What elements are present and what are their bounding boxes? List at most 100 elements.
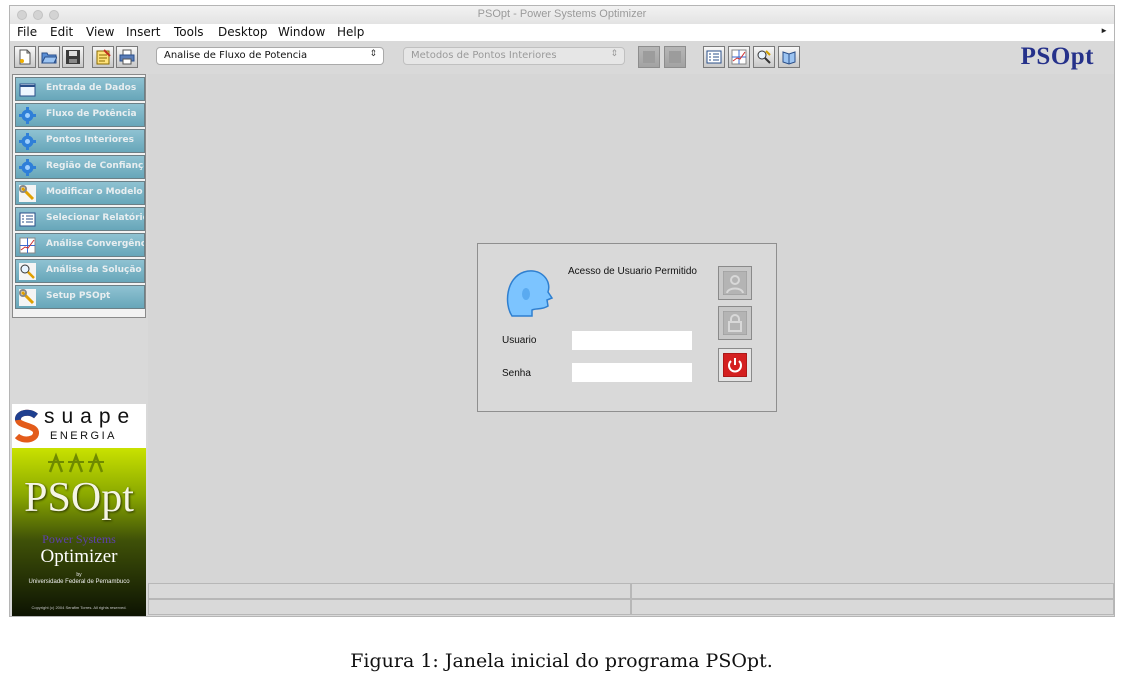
lock-icon <box>723 311 747 335</box>
open-folder-icon <box>41 52 57 64</box>
report-icon <box>706 50 722 64</box>
folder-icon <box>19 83 36 97</box>
password-input[interactable] <box>572 363 692 382</box>
splash-copyright: Copyright (c) 2004 Serafim Torres. All r… <box>31 605 127 610</box>
menu-edit[interactable]: Edit <box>50 25 73 39</box>
menu-file[interactable]: File <box>17 25 37 39</box>
solution-analysis-button[interactable] <box>753 46 775 68</box>
gear-icon <box>19 107 36 124</box>
graph-icon <box>731 49 747 65</box>
magnifier-icon <box>757 50 771 64</box>
printer-icon <box>119 49 135 65</box>
run-button-disabled[interactable] <box>638 46 660 68</box>
save-icon <box>66 50 80 64</box>
sidebar-item-label: Modificar o Modelo <box>46 187 143 197</box>
user-head-icon <box>506 270 554 317</box>
menu-desktop[interactable]: Desktop <box>218 25 268 39</box>
login-dialog: Acesso de Usuario Permitido Usuario Senh… <box>477 243 777 412</box>
figure-caption: Figura 1: Janela inicial do programa PSO… <box>350 650 773 672</box>
sidebar-item-entrada-de-dados[interactable]: Entrada de Dados <box>15 77 145 101</box>
analysis-select-value: Analise de Fluxo de Potencia <box>164 50 308 61</box>
psopt-splash-logo: PSOpt Power Systems Optimizer by Univers… <box>12 448 146 616</box>
wrench-icon <box>19 289 36 306</box>
toolbar: Analise de Fluxo de Potencia ⇕ Metodos d… <box>10 41 1114 74</box>
sidebar-item-pontos-interiores[interactable]: Pontos Interiores <box>15 129 145 153</box>
status-panel-bottom-left <box>148 599 631 615</box>
user-icon <box>723 271 747 295</box>
splash-title: PSOpt <box>24 475 134 521</box>
power-icon <box>723 353 747 377</box>
help-book-button[interactable] <box>778 46 800 68</box>
book-icon <box>782 51 796 65</box>
menu-insert[interactable]: Insert <box>126 25 160 39</box>
menu-dock-arrow-icon[interactable]: ► <box>1100 26 1108 35</box>
analysis-select[interactable]: Analise de Fluxo de Potencia ⇕ <box>156 47 384 65</box>
sidebar-item-label: Região de Confiança <box>46 161 145 171</box>
power-towers-icon <box>48 452 104 473</box>
window-title: PSOpt - Power Systems Optimizer <box>477 8 647 20</box>
suape-energia-logo: suape ENERGIA <box>12 404 146 448</box>
splash-subtitle-power-systems: Power Systems <box>42 532 116 546</box>
lock-button[interactable] <box>718 306 752 340</box>
magnifier-icon <box>19 263 36 280</box>
status-panel-top-left <box>148 583 631 599</box>
gear-icon <box>19 133 36 150</box>
sidebar-item-regiao-de-confianca[interactable]: Região de Confiança <box>15 155 145 179</box>
open-file-button[interactable] <box>38 46 60 68</box>
splash-subtitle-optimizer: Optimizer <box>40 546 118 567</box>
graph-icon <box>19 237 36 254</box>
sidebar-item-setup-psopt[interactable]: Setup PSOpt <box>15 285 145 309</box>
sidebar-item-label: Pontos Interiores <box>46 135 134 145</box>
select-arrows-icon: ⇕ <box>610 49 618 59</box>
password-label: Senha <box>502 368 531 379</box>
convergence-button[interactable] <box>728 46 750 68</box>
sidebar-item-label: Análise Convergência <box>46 239 145 249</box>
sidebar-item-analise-convergencia[interactable]: Análise Convergência <box>15 233 145 257</box>
menu-view[interactable]: View <box>86 25 114 39</box>
sidebar-item-label: Fluxo de Potência <box>46 109 137 119</box>
new-file-button[interactable] <box>14 46 36 68</box>
method-select[interactable]: Metodos de Pontos Interiores ⇕ <box>403 47 625 65</box>
gear-icon <box>19 159 36 176</box>
menu-bar: File Edit View Insert Tools Desktop Wind… <box>10 24 1114 41</box>
print-button[interactable] <box>116 46 138 68</box>
menu-tools[interactable]: Tools <box>174 25 204 39</box>
sidebar-item-fluxo-de-potencia[interactable]: Fluxo de Potência <box>15 103 145 127</box>
sidebar-item-analise-da-solucao[interactable]: Análise da Solução <box>15 259 145 283</box>
sidebar-item-selecionar-relatorios[interactable]: Selecionar Relatórios <box>15 207 145 231</box>
splash-by: by <box>76 572 82 578</box>
sidebar-item-label: Setup PSOpt <box>46 291 111 301</box>
app-window: PSOpt - Power Systems Optimizer File Edi… <box>9 5 1115 617</box>
sidebar-item-label: Entrada de Dados <box>46 83 137 93</box>
brand-logo: PSOpt <box>1020 43 1094 70</box>
status-panel-bottom-right <box>631 599 1114 615</box>
logo-panel: suape ENERGIA PSOpt Power Systems Optimi… <box>12 404 146 616</box>
notepad-icon <box>96 49 111 65</box>
status-panel-top-right <box>631 583 1114 599</box>
suape-s-logo-icon <box>14 409 39 443</box>
select-reports-button[interactable] <box>703 46 725 68</box>
sidebar-item-label: Selecionar Relatórios <box>46 213 145 223</box>
stop-icon <box>669 51 681 63</box>
method-select-value: Metodos de Pontos Interiores <box>411 50 557 61</box>
suape-wordmark: suape <box>44 405 137 428</box>
menu-window[interactable]: Window <box>278 25 325 39</box>
sidebar-item-label: Análise da Solução <box>46 265 142 275</box>
stop-button-disabled[interactable] <box>664 46 686 68</box>
exit-power-button[interactable] <box>718 348 752 382</box>
energia-wordmark: ENERGIA <box>50 430 118 442</box>
sidebar-item-modificar-o-modelo[interactable]: Modificar o Modelo <box>15 181 145 205</box>
new-file-icon <box>19 49 31 65</box>
username-input[interactable] <box>572 331 692 350</box>
login-title: Acesso de Usuario Permitido <box>568 266 697 277</box>
wrench-icon <box>19 185 36 202</box>
title-bar: PSOpt - Power Systems Optimizer <box>10 6 1114 25</box>
menu-help[interactable]: Help <box>337 25 364 39</box>
save-button[interactable] <box>62 46 84 68</box>
edit-notes-button[interactable] <box>92 46 114 68</box>
splash-university: Universidade Federal de Pernambuco <box>28 579 130 585</box>
user-login-button[interactable] <box>718 266 752 300</box>
sidebar: Entrada de Dados Fluxo de Potência Ponto… <box>12 74 146 318</box>
select-arrows-icon: ⇕ <box>369 49 377 59</box>
report-icon <box>19 212 36 227</box>
